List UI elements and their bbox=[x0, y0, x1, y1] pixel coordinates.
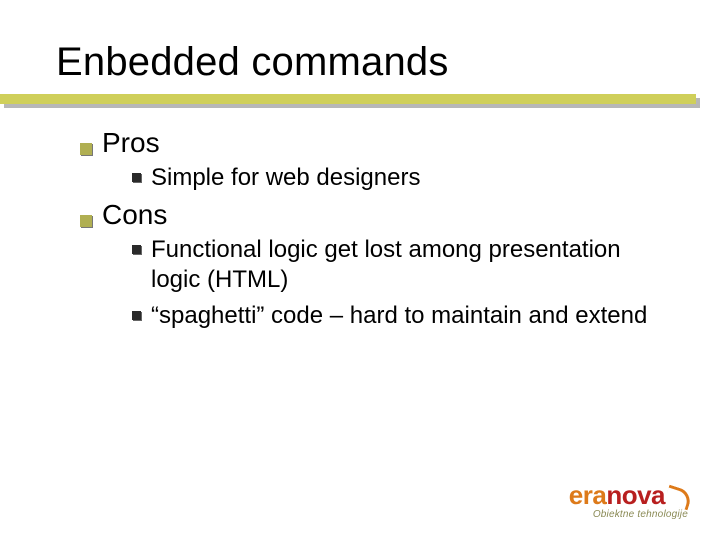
square-bullet-icon bbox=[132, 311, 141, 320]
list-item-text: Simple for web designers bbox=[151, 163, 420, 193]
square-bullet-icon bbox=[132, 173, 141, 182]
logo-text-part2: nova bbox=[606, 480, 665, 511]
list-item-text: Functional logic get lost among presenta… bbox=[151, 235, 664, 295]
title-underline bbox=[0, 91, 720, 113]
list-item-text: “spaghetti” code – hard to maintain and … bbox=[151, 301, 647, 331]
swoosh-icon bbox=[666, 485, 688, 507]
section-pros: Pros Simple for web designers bbox=[80, 127, 664, 193]
square-bullet-icon bbox=[80, 215, 92, 227]
list-item: “spaghetti” code – hard to maintain and … bbox=[132, 301, 664, 331]
list-item: Simple for web designers bbox=[132, 163, 664, 193]
section-heading: Pros bbox=[102, 127, 160, 159]
list-item: Functional logic get lost among presenta… bbox=[132, 235, 664, 295]
square-bullet-icon bbox=[132, 245, 141, 254]
logo-text-part1: era bbox=[569, 480, 607, 511]
section-cons: Cons Functional logic get lost among pre… bbox=[80, 199, 664, 331]
slide-title: Enbedded commands bbox=[56, 40, 664, 85]
slide: Enbedded commands Pros Simple for web de… bbox=[0, 0, 720, 540]
square-bullet-icon bbox=[80, 143, 92, 155]
section-heading: Cons bbox=[102, 199, 167, 231]
logo: eranova Obiektne tehnologije bbox=[569, 480, 688, 520]
